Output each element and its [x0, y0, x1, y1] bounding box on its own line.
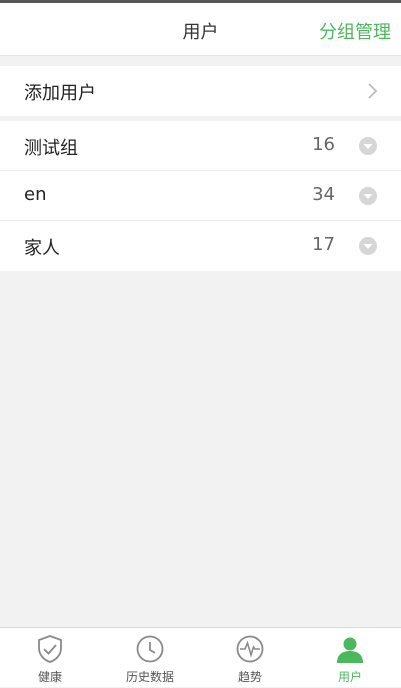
- add-user-row[interactable]: 添加用户: [0, 66, 401, 116]
- group-name: 家人: [24, 238, 60, 259]
- tab-trend[interactable]: 趋势: [200, 628, 300, 688]
- tab-label: 用户: [337, 670, 362, 684]
- group-row[interactable]: 家人 17: [0, 221, 401, 271]
- tab-label: 趋势: [237, 670, 262, 684]
- tab-label: 健康: [37, 670, 62, 684]
- group-name: 测试组: [24, 138, 78, 159]
- chevron-right-icon: [368, 83, 378, 99]
- group-count: 34: [312, 184, 335, 205]
- clock-icon: [136, 635, 164, 663]
- tab-users[interactable]: 用户: [300, 628, 400, 688]
- shield-check-icon: [38, 635, 62, 663]
- tab-health[interactable]: 健康: [0, 628, 100, 688]
- dropdown-icon[interactable]: [358, 186, 378, 206]
- add-user-label: 添加用户: [24, 83, 96, 104]
- tab-history[interactable]: 历史数据: [100, 628, 200, 688]
- bottom-tab-bar: 健康 历史数据 趋势 用户: [0, 627, 401, 687]
- header-bar: 用户 分组管理: [0, 0, 401, 56]
- group-count: 17: [312, 234, 335, 255]
- tab-label: 历史数据: [125, 670, 174, 684]
- user-icon: [337, 637, 363, 663]
- group-row[interactable]: en 34: [0, 171, 401, 221]
- group-name: en: [24, 184, 47, 205]
- group-manage-button[interactable]: 分组管理: [319, 18, 391, 44]
- dropdown-icon[interactable]: [358, 136, 378, 156]
- group-row[interactable]: 测试组 16: [0, 121, 401, 171]
- dropdown-icon[interactable]: [358, 236, 378, 256]
- pulse-icon: [236, 635, 264, 663]
- group-count: 16: [312, 134, 335, 155]
